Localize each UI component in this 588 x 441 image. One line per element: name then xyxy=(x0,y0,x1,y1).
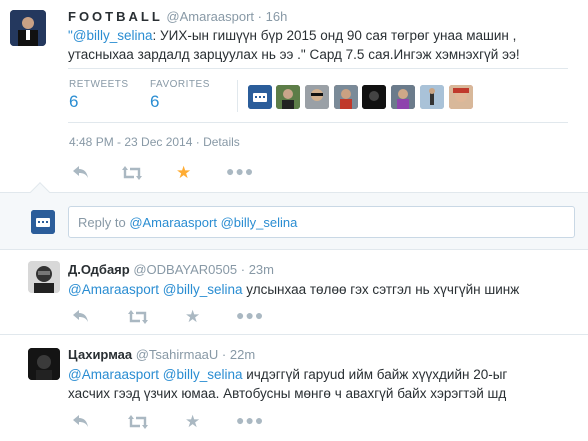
retweet-icon[interactable] xyxy=(128,415,148,432)
reply-author-name[interactable]: Цахирмаа xyxy=(68,347,132,362)
more-icon[interactable]: ●●● xyxy=(236,413,264,427)
details-link[interactable]: Details xyxy=(203,135,240,149)
author-name[interactable]: FOOTBALL xyxy=(68,9,163,24)
mention-link[interactable]: @billy_selina xyxy=(163,367,243,382)
reply-text: улсынхаа төлөө гэх сэтгэл нь хүчгүйн шин… xyxy=(242,282,520,297)
favoriter-avatar[interactable] xyxy=(362,85,386,109)
reply-tweet: Цахирмаа @TsahirmaaU · 22m @Amaraasport … xyxy=(0,336,588,441)
retweet-icon[interactable] xyxy=(122,166,142,183)
tweet-text-line1: : УИХ-ын гишүүн бүр 2015 онд 90 сая төгр… xyxy=(152,28,517,43)
reply-icon[interactable] xyxy=(72,309,90,326)
more-icon[interactable]: ●●● xyxy=(226,164,254,178)
favorite-star-icon[interactable]: ★ xyxy=(185,308,200,325)
reply-icon[interactable] xyxy=(72,165,90,182)
reply-mention: @Amaraasport xyxy=(129,215,217,230)
reply-avatar[interactable] xyxy=(28,348,60,380)
favorite-star-icon[interactable]: ★ xyxy=(185,413,200,430)
retweets-label: RETWEETS xyxy=(69,79,129,90)
reply-section: Reply to @Amaraasport @billy_selina xyxy=(0,182,588,250)
favoriter-avatar[interactable] xyxy=(449,85,473,109)
reply-user-avatar xyxy=(31,210,55,234)
favoriter-avatar[interactable] xyxy=(276,85,300,109)
tweet-time[interactable]: 16h xyxy=(266,9,288,24)
mention-link[interactable]: @Amaraasport xyxy=(68,367,159,382)
separator: · xyxy=(221,347,227,362)
more-icon[interactable]: ●●● xyxy=(236,308,264,322)
reply-placeholder-prefix: Reply to xyxy=(78,215,130,230)
separator: · xyxy=(240,262,246,277)
reply-icon[interactable] xyxy=(72,414,90,431)
reply-author-handle[interactable]: @ODBAYAR0505 xyxy=(133,262,237,277)
reply-author-handle[interactable]: @TsahirmaaU xyxy=(136,347,219,362)
retweets-count[interactable]: 6 xyxy=(69,92,129,112)
favorites-label: FAVORITES xyxy=(150,79,210,90)
reply-time[interactable]: 22m xyxy=(230,347,255,362)
author-handle[interactable]: @Amaraasport xyxy=(166,9,254,24)
main-tweet-avatar[interactable] xyxy=(10,10,46,46)
reply-mention: @billy_selina xyxy=(220,215,298,230)
separator: · xyxy=(257,9,262,24)
divider xyxy=(68,122,568,123)
separator: · xyxy=(195,135,200,149)
retweet-icon[interactable] xyxy=(128,310,148,327)
mention-link[interactable]: @Amaraasport xyxy=(68,282,159,297)
tweet-text: "@billy_selina: УИХ-ын гишүүн бүр 2015 о… xyxy=(68,26,578,64)
favoriter-avatar[interactable] xyxy=(305,85,329,109)
stats-divider xyxy=(237,80,238,112)
mention-link[interactable]: @billy_selina xyxy=(163,282,243,297)
reply-text-line1: ичдэггүй гаруud ийм байж хүүхдийн 20-ыг xyxy=(242,367,508,382)
reply-author-name[interactable]: Д.Одбаяр xyxy=(68,262,130,277)
reply-input[interactable]: Reply to @Amaraasport @billy_selina xyxy=(68,206,575,238)
divider xyxy=(68,68,568,69)
mention-link[interactable]: @billy_selina xyxy=(73,28,153,43)
favorites-count[interactable]: 6 xyxy=(150,92,210,112)
tweet-text-line2: утасныхаа зардалд зарцуулах нь ээ ." Сар… xyxy=(68,47,520,62)
reply-avatar[interactable] xyxy=(28,261,60,293)
favoriter-avatar[interactable] xyxy=(334,85,358,109)
main-tweet: FOOTBALL @Amaraasport · 16h "@billy_seli… xyxy=(0,0,588,192)
reply-time[interactable]: 23m xyxy=(249,262,274,277)
reply-tweet: Д.Одбаяр @ODBAYAR0505 · 23m @Amaraasport… xyxy=(0,251,588,335)
tweet-timestamp: 4:48 PM - 23 Dec 2014 xyxy=(69,135,193,149)
favoriter-avatar[interactable] xyxy=(391,85,415,109)
favoriter-avatar[interactable] xyxy=(420,85,444,109)
reply-text-line2: хасчих гээд үзчих юмаа. Автобусны мөнгө … xyxy=(68,386,507,401)
favoriter-avatar[interactable] xyxy=(248,85,272,109)
favorite-star-icon[interactable]: ★ xyxy=(176,164,191,181)
